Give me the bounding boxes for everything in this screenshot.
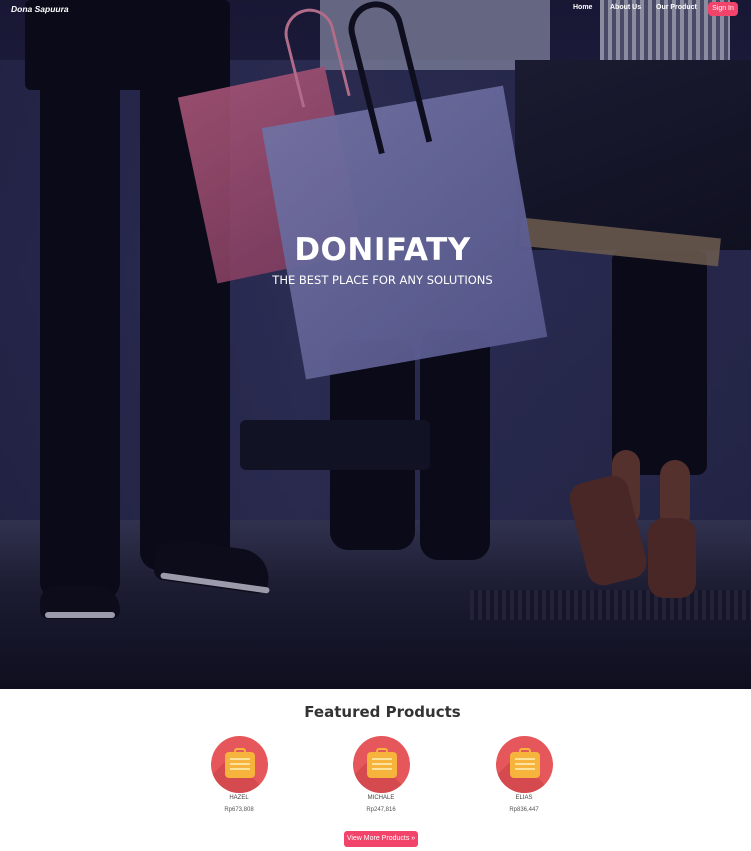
nav-link-about-us[interactable]: About Us: [610, 4, 641, 11]
nav-link-home[interactable]: Home: [573, 4, 592, 11]
view-more-products-button[interactable]: View More Products »: [344, 831, 418, 847]
hero-section: DONIFATY THE BEST PLACE FOR ANY SOLUTION…: [0, 0, 751, 689]
product-card-elias[interactable]: ELIAS Rp836,447: [495, 736, 553, 813]
product-name: ELIAS: [515, 795, 533, 801]
product-price: Rp836,447: [509, 807, 539, 813]
brand-logo[interactable]: Dona Sapuura: [11, 4, 69, 14]
sign-in-button[interactable]: Sign In: [708, 2, 738, 16]
suitcase-icon: [495, 736, 553, 793]
product-name: HAZEL: [229, 795, 249, 801]
product-price: Rp673,808: [224, 807, 254, 813]
product-card-hazel[interactable]: HAZEL Rp673,808: [210, 736, 268, 813]
suitcase-icon: [210, 736, 268, 793]
top-navbar: Dona Sapuura Home About Us Our Product S…: [0, 0, 751, 18]
suitcase-icon: [352, 736, 410, 793]
product-card-michale[interactable]: MICHALE Rp247,816: [352, 736, 410, 813]
hero-overlay: [0, 0, 751, 689]
product-name: MICHALE: [367, 795, 395, 801]
nav-link-our-product[interactable]: Our Product: [656, 4, 697, 11]
hero-title: DONIFATY: [294, 232, 471, 268]
hero-subtitle: THE BEST PLACE FOR ANY SOLUTIONS: [272, 273, 493, 287]
featured-products-heading: Featured Products: [304, 703, 461, 721]
product-price: Rp247,816: [366, 807, 396, 813]
